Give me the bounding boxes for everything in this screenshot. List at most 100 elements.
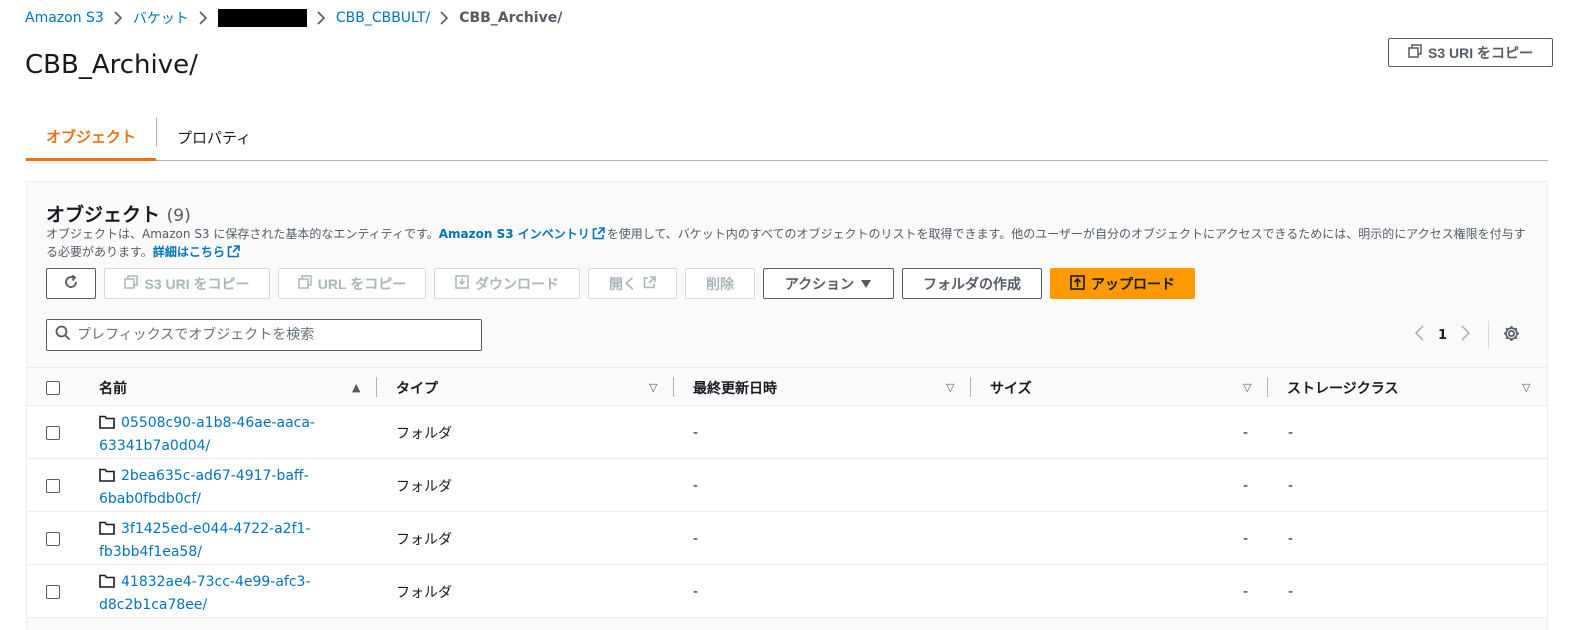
table-header: 名前 ▲ タイプ ▽ 最終更新日時 ▽ サイズ ▽ ストレージクラス ▽: [27, 367, 1547, 406]
row-checkbox-cell: [46, 459, 60, 512]
sort-ascending-icon[interactable]: ▲: [352, 381, 360, 394]
column-header-storage-class[interactable]: ストレージクラス: [1287, 368, 1398, 407]
chevron-right-icon[interactable]: [1461, 325, 1471, 345]
refresh-icon: [63, 274, 79, 293]
folder-icon: [99, 574, 115, 595]
panel-heading: オブジェクト (9): [46, 200, 191, 227]
row-checkbox-cell: [46, 406, 60, 459]
object-name-line2: 63341b7a0d04/: [99, 438, 211, 454]
object-modified: -: [693, 424, 699, 441]
inventory-link[interactable]: Amazon S3 インベントリ: [439, 227, 607, 241]
object-storage-class: -: [1288, 424, 1294, 441]
download-label: ダウンロード: [475, 275, 559, 292]
chevron-right-icon: [199, 11, 208, 25]
page-number[interactable]: 1: [1438, 328, 1447, 343]
object-count: (9): [166, 206, 191, 226]
panel-description: オブジェクトは、Amazon S3 に保存された基本的なエンティティです。Ama…: [46, 226, 1526, 262]
breadcrumb-buckets[interactable]: バケット: [133, 8, 189, 28]
column-divider: [673, 377, 674, 397]
object-name-link[interactable]: 2bea635c-ad67-4917-baff- 6bab0fbdb0cf/: [99, 459, 329, 512]
copy-icon: [124, 275, 139, 292]
folder-icon: [99, 415, 115, 436]
sort-icon[interactable]: ▽: [946, 381, 954, 394]
object-type: フォルダ: [396, 478, 452, 495]
table-row[interactable]: 05508c90-a1b8-46ae-aaca- 63341b7a0d04/ フォ…: [27, 406, 1547, 459]
column-divider: [1267, 377, 1268, 397]
upload-icon: [1070, 274, 1085, 293]
object-name-line1: 3f1425ed-e044-4722-a2f1-: [121, 521, 311, 537]
chevron-left-icon[interactable]: [1414, 325, 1424, 345]
tab-objects[interactable]: オブジェクト: [26, 115, 157, 161]
tab-bar: オブジェクト プロパティ: [26, 115, 1548, 161]
object-name-line2: d8c2b1ca78ee/: [99, 597, 208, 613]
object-modified: -: [693, 477, 699, 494]
delete-label: 削除: [706, 275, 734, 292]
column-header-size[interactable]: サイズ: [990, 368, 1032, 407]
delete-button[interactable]: 削除: [685, 268, 755, 299]
caret-down-icon: [860, 276, 872, 292]
object-name-link[interactable]: 3f1425ed-e044-4722-a2f1- fb3bb4f1ea58/: [99, 512, 329, 565]
actions-dropdown-button[interactable]: アクション: [763, 268, 894, 299]
copy-s3-uri-button[interactable]: S3 URI をコピー: [1388, 38, 1553, 67]
copy-s3-uri-toolbar-button[interactable]: S3 URI をコピー: [104, 268, 270, 299]
row-checkbox[interactable]: [46, 425, 60, 440]
download-icon: [455, 275, 469, 292]
object-name-line2: 6bab0fbdb0cf/: [99, 491, 202, 507]
row-checkbox[interactable]: [46, 584, 60, 599]
object-name-link[interactable]: 41832ae4-73cc-4e99-afc3- d8c2b1ca78ee/: [99, 565, 329, 618]
breadcrumb-amazon-s3[interactable]: Amazon S3: [25, 10, 104, 26]
pager-divider: [1488, 321, 1490, 349]
breadcrumb: Amazon S3 バケット CBB_CBBULT/ CBB_Archive/: [25, 8, 562, 28]
folder-icon: [99, 468, 115, 489]
copy-s3-uri-toolbar-label: S3 URI をコピー: [144, 275, 250, 292]
table-row[interactable]: 2bea635c-ad67-4917-baff- 6bab0fbdb0cf/ フォ…: [27, 459, 1547, 512]
gear-icon[interactable]: [1503, 325, 1520, 346]
external-link-icon: [592, 227, 605, 244]
object-type: フォルダ: [396, 531, 452, 548]
row-checkbox-cell: [46, 565, 60, 618]
copy-url-button[interactable]: URL をコピー: [278, 268, 426, 299]
object-type: フォルダ: [396, 425, 452, 442]
search-icon: [55, 325, 71, 345]
object-size: -: [1243, 477, 1249, 494]
download-button[interactable]: ダウンロード: [434, 268, 580, 299]
object-name-line1: 41832ae4-73cc-4e99-afc3-: [121, 574, 311, 590]
table-row[interactable]: 41832ae4-73cc-4e99-afc3- d8c2b1ca78ee/ フォ…: [27, 565, 1547, 618]
learn-more-label: 詳細はこちら: [152, 245, 225, 259]
breadcrumb-bucket-redacted[interactable]: [217, 9, 307, 27]
object-size: -: [1243, 583, 1249, 600]
breadcrumb-folder-cbbult[interactable]: CBB_CBBULT/: [336, 10, 430, 26]
pagination: 1: [1414, 321, 1520, 349]
sort-icon[interactable]: ▽: [649, 381, 657, 394]
object-type: フォルダ: [396, 584, 452, 601]
column-divider: [970, 377, 971, 397]
object-name-line1: 05508c90-a1b8-46ae-aaca-: [121, 415, 315, 431]
object-storage-class: -: [1288, 530, 1294, 547]
tab-properties[interactable]: プロパティ: [157, 115, 271, 160]
copy-s3-uri-label: S3 URI をコピー: [1427, 44, 1533, 61]
create-folder-button[interactable]: フォルダの作成: [902, 268, 1042, 299]
external-link-icon: [227, 245, 240, 262]
column-header-name[interactable]: 名前: [99, 368, 127, 407]
inventory-link-label: Amazon S3 インベントリ: [438, 227, 590, 241]
table-row[interactable]: 3f1425ed-e044-4722-a2f1- fb3bb4f1ea58/ フォ…: [27, 512, 1547, 565]
search-input[interactable]: [77, 327, 457, 343]
object-name-link[interactable]: 05508c90-a1b8-46ae-aaca- 63341b7a0d04/: [99, 406, 329, 459]
chevron-right-icon: [317, 11, 326, 25]
column-header-type[interactable]: タイプ: [396, 368, 438, 407]
sort-icon[interactable]: ▽: [1243, 381, 1251, 394]
column-header-modified[interactable]: 最終更新日時: [693, 368, 777, 407]
object-name-line2: fb3bb4f1ea58/: [99, 544, 202, 560]
sort-icon[interactable]: ▽: [1522, 381, 1530, 394]
row-checkbox[interactable]: [46, 478, 60, 493]
open-button[interactable]: 開く: [588, 268, 677, 299]
learn-more-link[interactable]: 詳細はこちら: [153, 245, 242, 259]
copy-url-label: URL をコピー: [317, 275, 407, 292]
row-checkbox[interactable]: [46, 531, 60, 546]
column-divider: [376, 377, 377, 397]
breadcrumb-current: CBB_Archive/: [459, 10, 563, 26]
upload-button[interactable]: アップロード: [1050, 268, 1195, 299]
actions-label: アクション: [784, 275, 855, 292]
refresh-button[interactable]: [46, 268, 96, 299]
select-all-checkbox[interactable]: [46, 380, 60, 395]
